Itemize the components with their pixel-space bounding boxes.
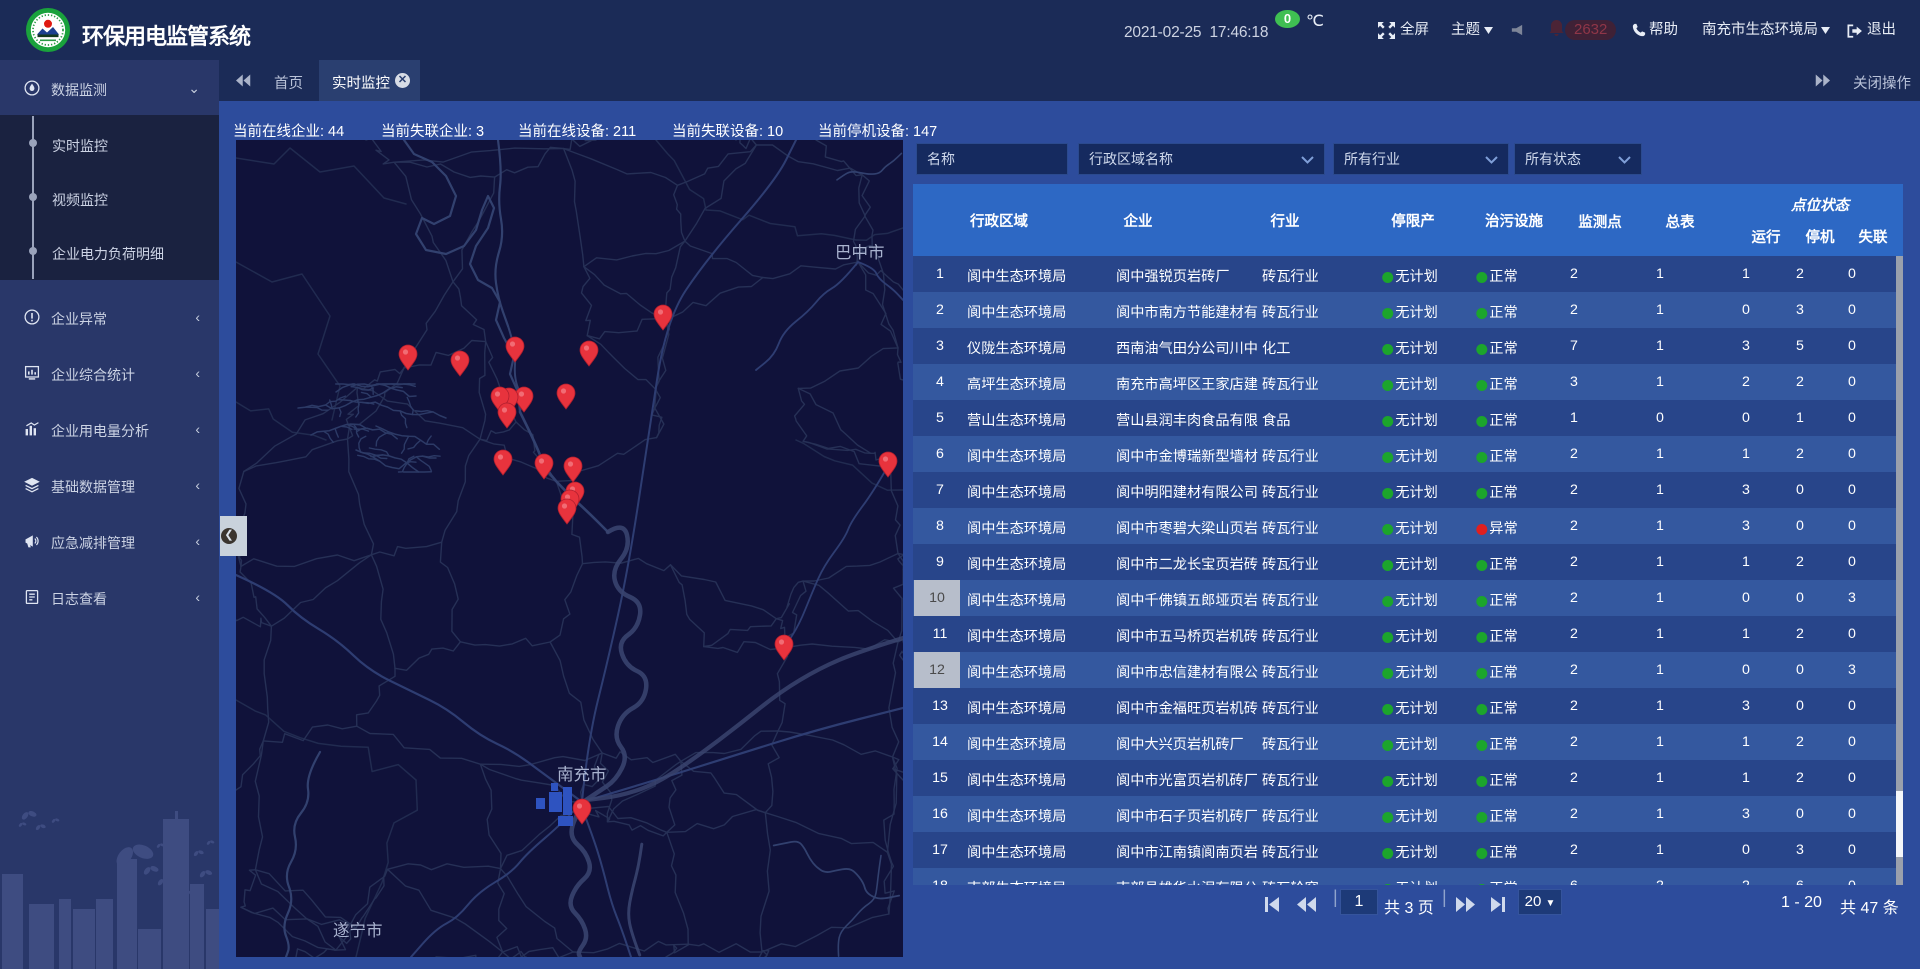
svg-text:南充市: 南充市 [557,765,607,784]
svg-text:遂宁市: 遂宁市 [333,921,383,940]
svg-text:巴中市: 巴中市 [835,243,885,262]
